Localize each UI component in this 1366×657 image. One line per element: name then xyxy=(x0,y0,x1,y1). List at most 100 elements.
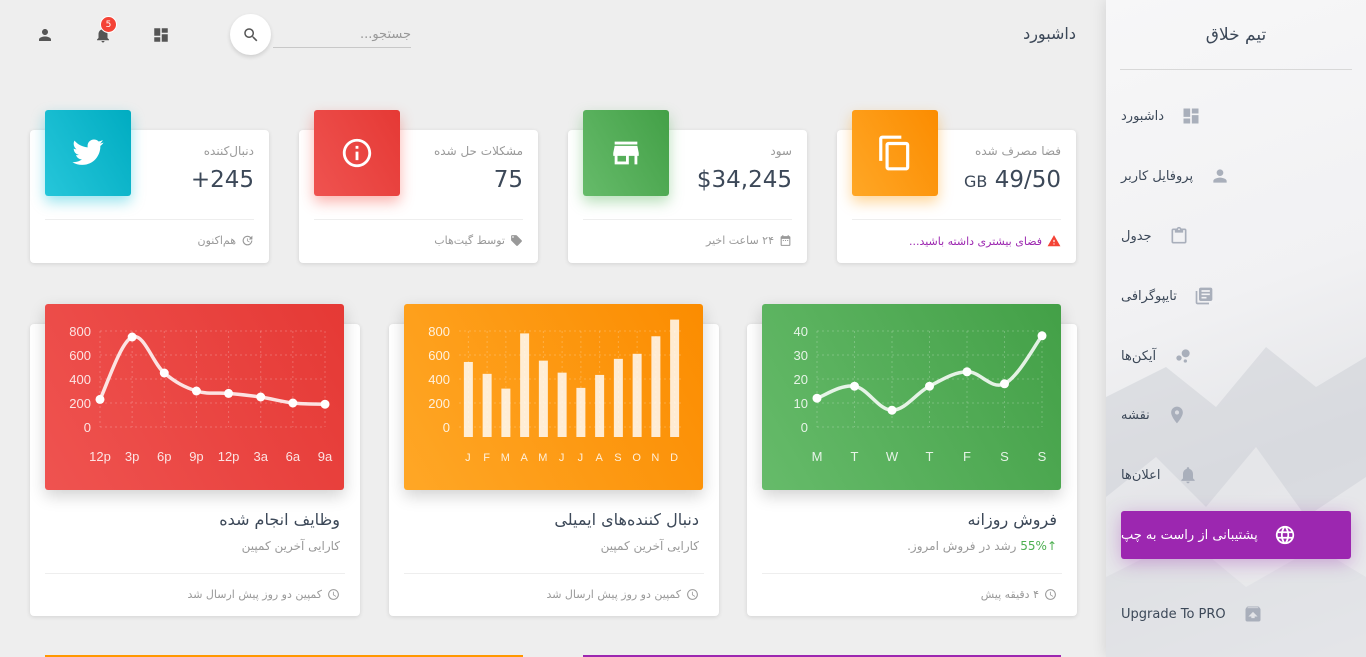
bar xyxy=(482,373,492,437)
info-icon xyxy=(314,110,400,196)
person-icon xyxy=(1209,165,1231,187)
y-tick-label: 800 xyxy=(69,324,91,339)
y-tick-label: 0 xyxy=(443,420,450,435)
sidebar-item-dashboard[interactable]: داشبورد xyxy=(1121,92,1351,140)
stat-category: دنبال‌کننده xyxy=(203,144,254,158)
y-tick-label: 30 xyxy=(794,348,808,363)
data-point xyxy=(159,368,169,378)
bar xyxy=(557,372,567,437)
search-input[interactable] xyxy=(273,22,411,48)
stat-category: سود xyxy=(770,144,792,158)
x-tick-label: M xyxy=(538,452,548,464)
x-tick-label: 9a xyxy=(318,449,333,464)
page-title[interactable]: داشبورد xyxy=(1000,24,1076,43)
y-tick-label: 200 xyxy=(428,396,450,411)
chart-card-daily-sales: 0 10 20 30 40 M T W T F S S فروش روزانه ↑55% رشد در… xyxy=(747,304,1077,616)
stat-value: 75 xyxy=(493,167,523,193)
sidebar-item-icons[interactable]: آیکن‌ها xyxy=(1121,332,1351,380)
data-point xyxy=(812,393,822,403)
x-tick-label: S xyxy=(614,452,622,464)
stat-footer-text: هم‌اکنون xyxy=(197,234,237,247)
library-books-icon xyxy=(1193,285,1215,307)
sidebar-item-label: نقشه xyxy=(1121,407,1150,423)
brand-logo-text[interactable]: تیم خلاق xyxy=(1120,0,1352,70)
bar xyxy=(520,333,530,437)
bar xyxy=(613,358,623,437)
y-tick-label: 400 xyxy=(69,372,91,387)
data-point xyxy=(925,381,934,391)
content-copy-icon xyxy=(852,110,938,196)
sidebar-item-user-profile[interactable]: پروفایل کاربر xyxy=(1121,152,1351,200)
bar xyxy=(651,336,661,437)
notification-count-badge: 5 xyxy=(100,16,117,33)
x-tick-label: S xyxy=(1038,449,1047,464)
twitter-icon xyxy=(45,110,131,196)
stat-footer: هم‌اکنون xyxy=(198,234,255,247)
clock-icon xyxy=(687,589,698,600)
get-more-space-link[interactable]: فضای بیشتری داشته باشید... xyxy=(909,235,1042,248)
person-icon xyxy=(39,29,51,41)
data-point xyxy=(962,367,972,377)
x-tick-label: T xyxy=(851,449,859,464)
calendar-icon xyxy=(780,235,791,246)
sidebar-item-label: اعلان‌ها xyxy=(1121,467,1161,483)
x-tick-label: 6a xyxy=(286,449,301,464)
search-button[interactable] xyxy=(230,14,271,55)
sidebar-item-label: پشتیبانی از راست به چپ xyxy=(1121,527,1258,543)
dashboard-icon xyxy=(154,28,168,42)
x-tick-label: J xyxy=(578,452,585,464)
sidebar-item-label: آیکن‌ها xyxy=(1121,348,1157,364)
x-tick-label: 12p xyxy=(89,449,111,464)
data-point xyxy=(887,405,897,415)
x-tick-label: F xyxy=(963,449,971,464)
upgrade-label: Upgrade To PRO xyxy=(1121,606,1226,622)
chart-title: وظایف انجام شده xyxy=(219,510,340,529)
bell-icon xyxy=(1177,464,1199,486)
data-point xyxy=(1000,379,1009,389)
chart-subtitle: کارایی آخرین کمپین xyxy=(600,539,699,553)
sidebar-item-map[interactable]: نقشه xyxy=(1121,391,1351,439)
stat-footer-text: ۲۴ ساعت اخیر xyxy=(706,234,774,247)
bar xyxy=(576,387,586,437)
email-subscribers-bar-chart: 0200400600800J F M A M J J A S O N D xyxy=(428,319,684,464)
y-tick-label: 0 xyxy=(801,420,808,435)
sidebar-item-label: پروفایل کاربر xyxy=(1121,168,1194,184)
divider xyxy=(852,219,1061,220)
divider xyxy=(45,573,345,574)
y-tick-label: 0 xyxy=(84,420,91,435)
sidebar-item-typography[interactable]: تایپوگرافی xyxy=(1121,272,1351,320)
chart-card-email-subscribers: 0 200 400 600 800 J F M A M J J A S O N D دنبال کننده‌ها… xyxy=(389,304,719,616)
x-tick-label: M xyxy=(501,452,511,464)
bubble-chart-icon xyxy=(1172,345,1194,367)
stat-unit: GB xyxy=(964,172,988,191)
x-tick-label: J xyxy=(465,452,472,464)
dashboard-grid-button[interactable] xyxy=(150,24,172,46)
bar xyxy=(463,361,473,437)
stat-card-fixed-issues: مشکلات حل شده 75 توسط گیت‌هاب xyxy=(299,110,538,263)
stat-value: +245 xyxy=(190,167,254,193)
y-tick-label: 600 xyxy=(428,348,450,363)
divider xyxy=(583,219,792,220)
chart-subtitle-text: رشد در فروش امروز. xyxy=(907,539,1017,553)
stat-card-used-space: فضا مصرف شده GB 49/50 فضای بیشتری داشته … xyxy=(837,110,1076,263)
stat-value: GB 49/50 xyxy=(964,167,1061,193)
stat-footer: توسط گیت‌هاب xyxy=(434,234,523,247)
upgrade-to-pro-link[interactable]: Upgrade To PRO xyxy=(1121,590,1351,638)
chart-footer: کمپین دو روز پیش ارسال شد xyxy=(546,588,699,601)
daily-sales-line-chart: 0 10 20 30 40 M T W T F S S xyxy=(794,324,1047,464)
notifications-button[interactable]: 5 xyxy=(92,16,117,46)
chart-title: فروش روزانه xyxy=(967,510,1057,529)
sidebar-item-notifications[interactable]: اعلان‌ها xyxy=(1121,451,1351,499)
dashboard-icon xyxy=(1180,105,1202,127)
globe-icon xyxy=(1274,524,1296,546)
x-tick-label: D xyxy=(670,452,679,464)
sidebar-item-rtl-support[interactable]: پشتیبانی از راست به چپ xyxy=(1121,511,1351,559)
sidebar-item-table[interactable]: جدول xyxy=(1121,212,1351,260)
update-icon xyxy=(242,235,253,246)
x-tick-label: 6p xyxy=(157,449,171,464)
user-account-button[interactable] xyxy=(34,24,56,46)
email-subscribers-chart: 0 200 400 600 800 J F M A M J J A S O N D xyxy=(404,304,703,490)
completed-tasks-chart: 0 200 400 600 800 12p 3p 6p 9p 12p 3a 6a 9a xyxy=(45,304,344,490)
chart-footer: کمپین دو روز پیش ارسال شد xyxy=(187,588,340,601)
daily-sales-chart: 0 10 20 30 40 M T W T F S S xyxy=(762,304,1061,490)
